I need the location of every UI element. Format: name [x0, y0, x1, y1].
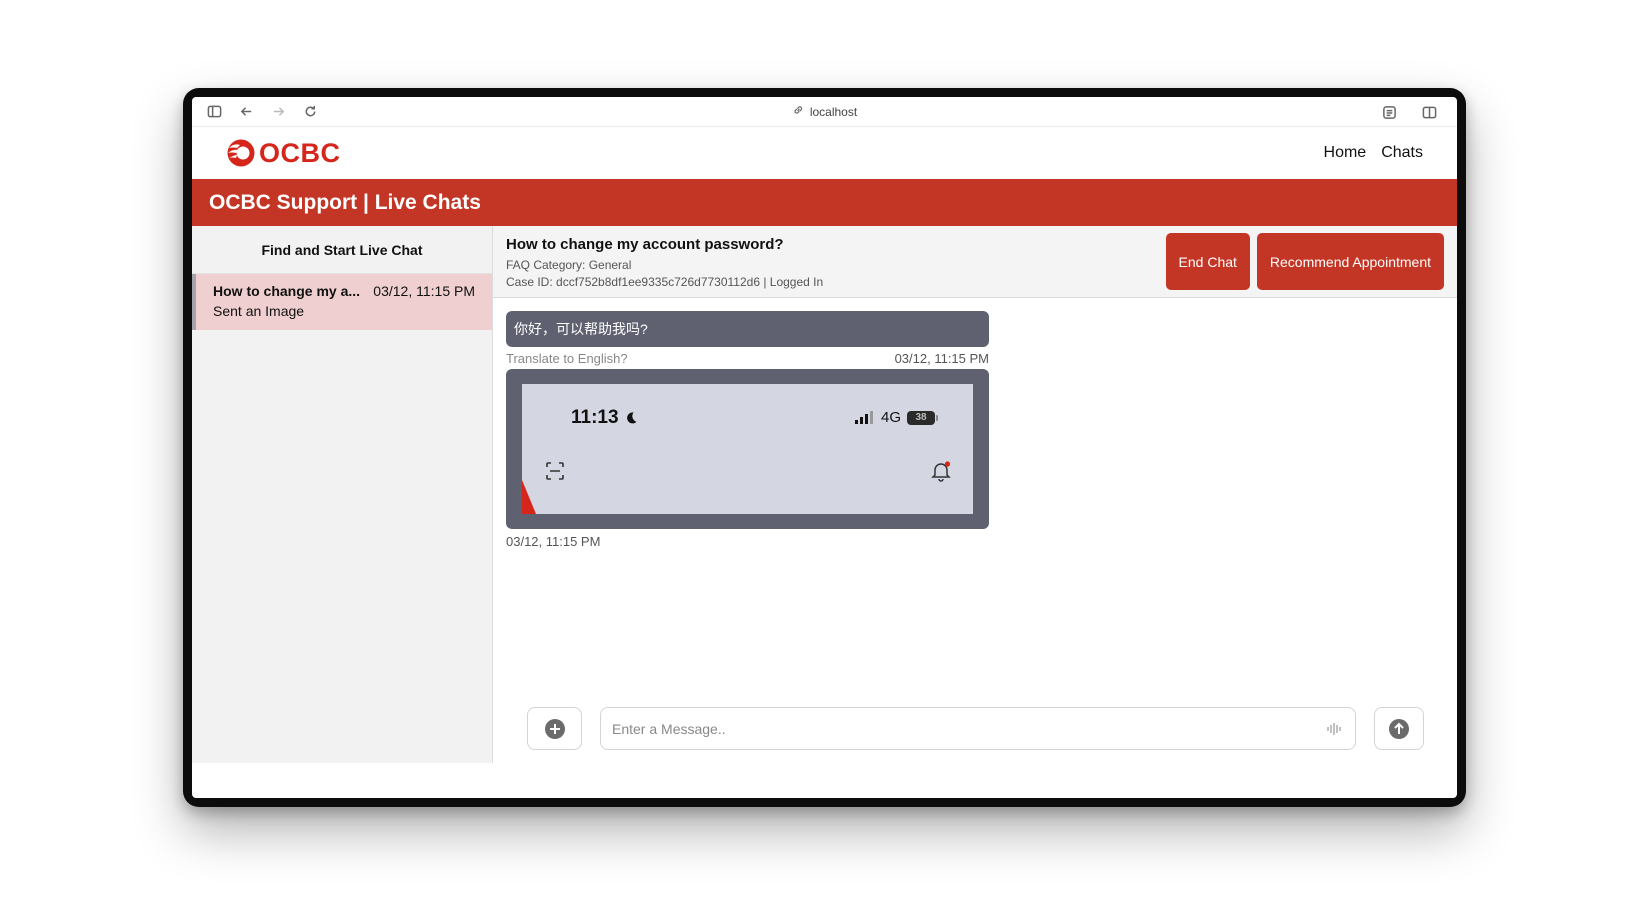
- url-text: localhost: [809, 104, 858, 119]
- page-title: OCBC Support | Live Chats: [209, 190, 481, 214]
- ocbc-logo-icon: [227, 139, 255, 167]
- recommend-appointment-button[interactable]: Recommend Appointment: [1256, 233, 1444, 290]
- screenshot-status-bar: 4G 38: [854, 409, 938, 426]
- end-chat-button[interactable]: End Chat: [1165, 233, 1250, 290]
- bell-icon: [931, 461, 951, 482]
- browser-toolbar: localhost: [192, 97, 1457, 127]
- sidebar-toggle-icon[interactable]: [202, 100, 226, 124]
- chat-item-preview: Sent an Image: [213, 303, 305, 319]
- image-message-time: 03/12, 11:15 PM: [506, 534, 601, 549]
- translate-link[interactable]: Translate to English?: [506, 351, 628, 366]
- chat-sidebar: Find and Start Live Chat How to change m…: [192, 226, 493, 763]
- mic-icon[interactable]: [1326, 721, 1342, 737]
- top-nav: Home Chats: [1324, 144, 1423, 162]
- address-bar[interactable]: localhost: [792, 104, 857, 119]
- send-arrow-icon: [1389, 718, 1409, 739]
- nav-chats-link[interactable]: Chats: [1381, 144, 1423, 162]
- reader-icon[interactable]: [1377, 100, 1401, 124]
- moon-icon: [626, 412, 637, 424]
- message-input-wrapper: [600, 707, 1356, 750]
- main-area: Find and Start Live Chat How to change m…: [192, 226, 1457, 763]
- chat-item-time: 03/12, 11:15 PM: [373, 283, 475, 299]
- message-time: 03/12, 11:15 PM: [894, 351, 989, 366]
- page-banner: OCBC Support | Live Chats: [192, 179, 1457, 226]
- plus-icon: [544, 718, 565, 739]
- message-composer: [527, 707, 1424, 750]
- forward-arrow-icon[interactable]: [266, 100, 290, 124]
- network-label: 4G: [880, 409, 901, 426]
- chat-item-subject: How to change my a...: [213, 283, 361, 299]
- logo-text: OCBC: [259, 137, 341, 168]
- attached-screenshot: 11:13 4G 38: [522, 384, 973, 514]
- nav-home-link[interactable]: Home: [1324, 144, 1367, 162]
- scan-icon: [546, 462, 564, 480]
- reload-icon[interactable]: [298, 100, 322, 124]
- chat-list-item[interactable]: How to change my a... 03/12, 11:15 PM Se…: [192, 274, 492, 330]
- signal-icon: [854, 411, 873, 424]
- split-view-icon[interactable]: [1417, 100, 1441, 124]
- battery-icon: 38: [907, 410, 938, 425]
- ocbc-logo[interactable]: OCBC: [226, 138, 341, 169]
- screenshot-clock: 11:13: [571, 407, 638, 429]
- message-bubble: 你好，可以帮助我吗?: [506, 311, 989, 347]
- attach-button[interactable]: [527, 707, 582, 750]
- app-header: OCBC Home Chats: [192, 127, 1457, 179]
- back-arrow-icon[interactable]: [234, 100, 258, 124]
- device-frame: localhost OCBC Home Chats OCBC Support |…: [183, 88, 1466, 807]
- browser-window: localhost OCBC Home Chats OCBC Support |…: [192, 97, 1457, 798]
- message-input[interactable]: [601, 708, 1355, 749]
- send-button[interactable]: [1374, 707, 1424, 750]
- message-list: 你好，可以帮助我吗? Translate to English? 03/12, …: [493, 298, 1457, 562]
- image-message[interactable]: 11:13 4G 38: [506, 369, 989, 529]
- chat-header: How to change my account password? FAQ C…: [493, 226, 1457, 298]
- screenshot-corner-accent: [522, 480, 536, 514]
- chat-panel: How to change my account password? FAQ C…: [493, 226, 1457, 763]
- link-icon: [792, 104, 804, 119]
- sidebar-title: Find and Start Live Chat: [192, 226, 492, 274]
